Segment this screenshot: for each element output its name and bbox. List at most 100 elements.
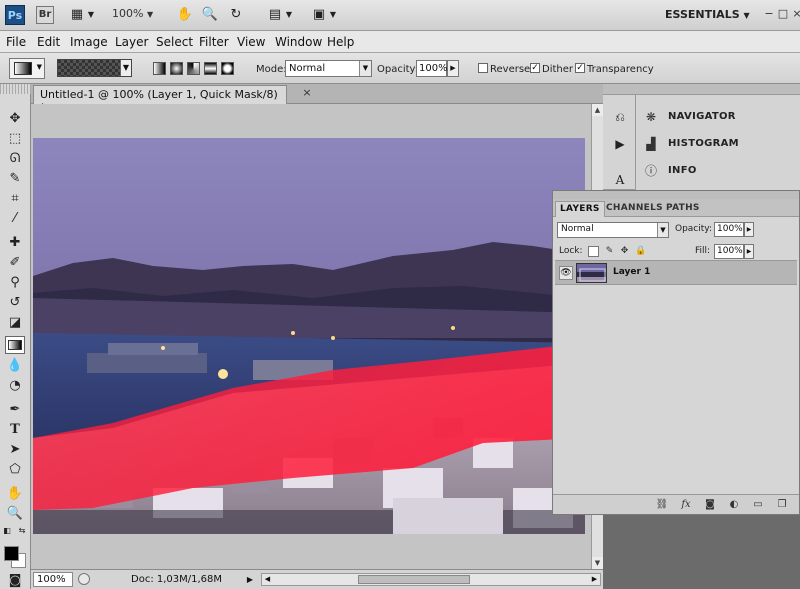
marquee-tool-icon[interactable]: ⬚ (5, 130, 25, 148)
lock-transparent-pixels-icon[interactable] (588, 246, 599, 257)
arrange-documents-icon[interactable]: ▤ (266, 7, 284, 23)
mode-select[interactable]: Normal ▼ (285, 60, 372, 77)
actions-panel-icon[interactable]: ▶ (611, 136, 629, 152)
chevron-down-icon[interactable]: ▼ (657, 223, 668, 237)
workspace-switcher[interactable]: ESSENTIALS ▼ (665, 8, 750, 21)
navigator-panel-button[interactable]: ❋ NAVIGATOR (641, 107, 799, 127)
fill-field[interactable]: 100% (714, 244, 744, 259)
blend-mode-select[interactable]: Normal ▼ (557, 222, 669, 238)
status-info-icon[interactable] (78, 573, 90, 585)
chevron-down-icon[interactable]: ▼ (328, 7, 338, 23)
foreground-color-swatch[interactable] (4, 546, 19, 561)
new-group-icon[interactable]: ▭ (751, 498, 765, 512)
menu-window[interactable]: Window (275, 35, 322, 49)
quick-mask-icon[interactable]: ◙ (5, 572, 25, 589)
chevron-down-icon[interactable]: ▼ (284, 7, 294, 23)
lock-image-pixels-icon[interactable]: ✎ (604, 246, 615, 257)
linear-gradient-button[interactable] (153, 62, 166, 75)
menu-select[interactable]: Select (156, 35, 193, 49)
transparency-checkbox[interactable]: ✓ (575, 63, 585, 73)
chevron-down-icon[interactable]: ▼ (86, 7, 96, 23)
panel-grip[interactable] (553, 191, 799, 199)
blur-tool-icon[interactable]: 💧 (5, 357, 25, 375)
menu-layer[interactable]: Layer (115, 35, 148, 49)
horizontal-scrollbar[interactable]: ◀ ▶ (261, 573, 601, 586)
type-tool-icon[interactable]: T (5, 421, 25, 439)
hand-icon[interactable]: ✋ (176, 7, 194, 23)
zoom-level-select[interactable]: 100% ▼ (112, 7, 153, 20)
layer-thumbnail[interactable] (576, 263, 607, 283)
opacity-field[interactable]: 100% (416, 60, 448, 77)
eye-icon[interactable]: 👁 (559, 266, 573, 280)
histogram-panel-button[interactable]: ▟ HISTOGRAM (641, 134, 799, 154)
move-tool-icon[interactable]: ✥ (5, 110, 25, 128)
gradient-picker[interactable]: ▼ (57, 59, 132, 77)
history-panel-icon[interactable]: ⎌ (611, 109, 629, 125)
close-window-button[interactable]: × (790, 7, 800, 21)
zoom-icon[interactable]: 🔍 (201, 7, 219, 23)
panel-grip[interactable] (603, 84, 636, 95)
reverse-checkbox[interactable] (478, 63, 488, 73)
layer-opacity-slider-button[interactable]: ▶ (744, 222, 754, 237)
crop-tool-icon[interactable]: ⌗ (5, 190, 25, 208)
gradient-tool-icon[interactable] (5, 336, 25, 354)
zoom-field[interactable]: 100% (33, 572, 73, 587)
fill-slider-button[interactable]: ▶ (744, 244, 754, 259)
history-brush-tool-icon[interactable]: ↺ (5, 294, 25, 312)
tab-paths[interactable]: PATHS (662, 201, 704, 217)
character-panel-icon[interactable]: A (611, 172, 629, 188)
shape-tool-icon[interactable]: ⬠ (5, 461, 25, 479)
menu-edit[interactable]: Edit (37, 35, 60, 49)
panel-grip[interactable] (0, 84, 31, 94)
minimize-button[interactable]: − (762, 7, 776, 21)
menu-help[interactable]: Help (327, 35, 354, 49)
screen-mode-icon[interactable]: ▣ (310, 7, 328, 23)
brush-tool-icon[interactable]: ✐ (5, 254, 25, 272)
swap-colors-icon[interactable]: ⇆ (17, 526, 27, 536)
radial-gradient-button[interactable] (170, 62, 183, 75)
maximize-button[interactable]: □ (776, 7, 790, 21)
lasso-tool-icon[interactable]: ᘏ (5, 150, 25, 168)
close-document-button[interactable]: × (301, 87, 313, 99)
status-menu-arrow[interactable]: ▶ (245, 573, 255, 586)
menu-file[interactable]: File (6, 35, 26, 49)
scroll-right-arrow[interactable]: ▶ (589, 574, 600, 585)
link-layers-icon[interactable]: ⛓ (655, 498, 669, 512)
add-mask-icon[interactable]: ◙ (703, 498, 717, 512)
hand-tool-icon[interactable]: ✋ (5, 485, 25, 503)
layer-name[interactable]: Layer 1 (613, 267, 650, 277)
eyedropper-tool-icon[interactable]: ⁄ (5, 210, 25, 228)
chevron-down-icon[interactable]: ▼ (359, 61, 371, 76)
new-layer-icon[interactable]: ❐ (775, 498, 789, 512)
scroll-down-arrow[interactable]: ▼ (592, 557, 603, 569)
bridge-launch-button[interactable]: Br (36, 6, 54, 24)
layer-opacity-field[interactable]: 100% (714, 222, 744, 237)
path-selection-tool-icon[interactable]: ➤ (5, 441, 25, 459)
menu-view[interactable]: View (237, 35, 265, 49)
info-panel-button[interactable]: ⓘ INFO (641, 161, 799, 181)
tab-channels[interactable]: CHANNELS (602, 201, 667, 217)
menu-image[interactable]: Image (70, 35, 108, 49)
document-tab[interactable]: Untitled-1 @ 100% (Layer 1, Quick Mask/8… (33, 85, 287, 114)
eraser-tool-icon[interactable]: ◪ (5, 314, 25, 332)
scroll-left-arrow[interactable]: ◀ (262, 574, 273, 585)
menu-filter[interactable]: Filter (199, 35, 229, 49)
layer-row[interactable]: 👁 Layer 1 (555, 260, 797, 285)
canvas-area[interactable] (31, 104, 591, 569)
panel-grip[interactable] (636, 84, 800, 95)
tool-preset-picker[interactable]: ▼ (9, 58, 45, 79)
layer-style-icon[interactable]: fx (679, 498, 693, 512)
scroll-thumb[interactable] (358, 575, 470, 584)
angle-gradient-button[interactable] (187, 62, 200, 75)
lock-position-icon[interactable]: ✥ (619, 246, 630, 257)
opacity-slider-button[interactable]: ▶ (447, 60, 459, 77)
zoom-tool-icon[interactable]: 🔍 (5, 505, 25, 523)
tab-layers[interactable]: LAYERS (555, 201, 605, 217)
rotate-view-icon[interactable]: ↻ (227, 7, 245, 23)
clone-stamp-tool-icon[interactable]: ⚲ (5, 274, 25, 292)
film-strip-icon[interactable]: ▦ (68, 7, 86, 23)
reflected-gradient-button[interactable] (204, 62, 217, 75)
pen-tool-icon[interactable]: ✒ (5, 401, 25, 419)
healing-brush-tool-icon[interactable]: ✚ (5, 234, 25, 252)
default-colors-icon[interactable]: ◧ (2, 526, 12, 536)
